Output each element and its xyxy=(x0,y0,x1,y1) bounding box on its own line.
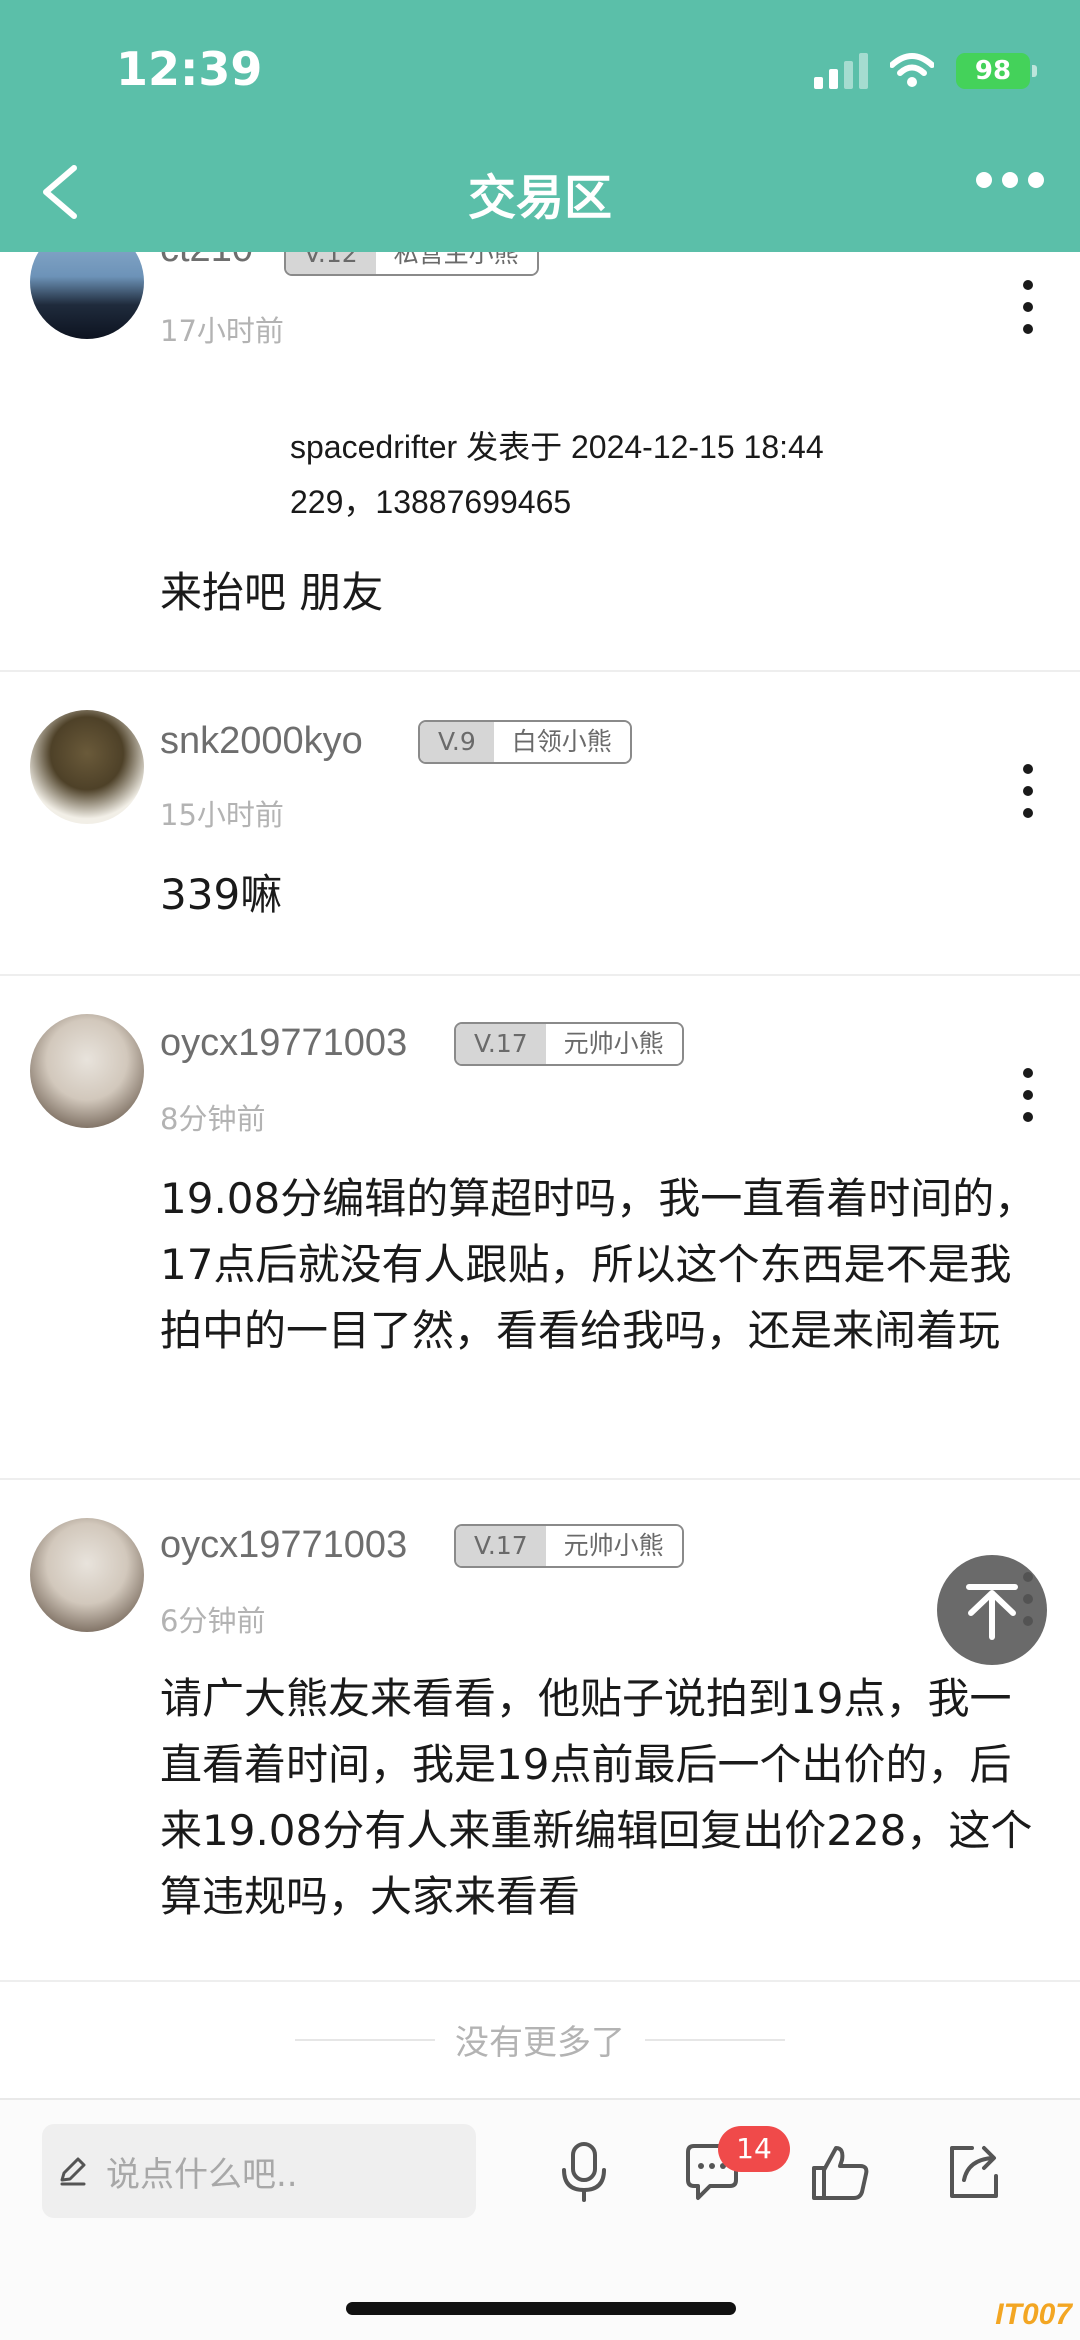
username[interactable]: oycx19771003 xyxy=(160,1524,407,1567)
user-level-badge: V.17 元帅小熊 xyxy=(454,1524,684,1568)
quoted-text-line: 229，13887699465 xyxy=(290,484,572,520)
no-more-text: 没有更多了 xyxy=(455,2023,625,2063)
username[interactable]: oycx19771003 xyxy=(160,1022,407,1065)
page-title: 交易区 xyxy=(467,170,612,226)
end-of-list: 没有更多了 xyxy=(0,2015,1080,2064)
site-watermark: IT007 xyxy=(995,2298,1072,2331)
more-options-button[interactable] xyxy=(976,172,1044,188)
post-item: ct210 V.12 私营主小熊 17小时前 spacedrifter 发表于 … xyxy=(0,180,1080,672)
avatar[interactable] xyxy=(30,1518,144,1632)
post-menu-button[interactable] xyxy=(1016,280,1040,334)
pencil-icon xyxy=(60,2157,86,2186)
level-label: V.17 xyxy=(456,1024,546,1064)
avatar[interactable] xyxy=(30,710,144,824)
microphone-icon[interactable] xyxy=(554,2140,614,2204)
home-indicator xyxy=(346,2302,736,2315)
scroll-to-top-button[interactable] xyxy=(937,1555,1047,1665)
post-menu-button[interactable] xyxy=(1016,764,1040,818)
divider-line xyxy=(645,2038,785,2041)
user-level-badge: V.17 元帅小熊 xyxy=(454,1022,684,1066)
like-icon[interactable] xyxy=(810,2140,870,2204)
dot-icon xyxy=(1028,172,1044,188)
quoted-text-line: spacedrifter 发表于 2024-12-15 18:44 xyxy=(290,429,824,465)
signal-icon xyxy=(814,53,868,89)
share-icon[interactable] xyxy=(944,2140,1004,2204)
post-time: 8分钟前 xyxy=(160,1102,266,1136)
post-menu-button[interactable] xyxy=(1016,1068,1040,1122)
post-item: oycx19771003 V.17 元帅小熊 8分钟前 19.08分编辑的算超时… xyxy=(0,976,1080,1480)
level-label: V.9 xyxy=(420,722,494,762)
post-content: 来抬吧 朋友 xyxy=(160,568,384,617)
rank-title: 白领小熊 xyxy=(493,722,630,762)
battery-level: 98 xyxy=(974,56,1012,86)
comment-placeholder: 说点什么吧.. xyxy=(106,2154,298,2195)
post-item: oycx19771003 V.17 元帅小熊 6分钟前 请广大熊友来看看，他贴子… xyxy=(0,1480,1080,1982)
username[interactable]: snk2000kyo xyxy=(160,720,363,763)
post-content: 339嘛 xyxy=(160,870,283,919)
post-time: 17小时前 xyxy=(160,314,284,348)
app-header: 12:39 98 交易区 xyxy=(0,0,1080,252)
status-icons: 98 xyxy=(814,48,1037,94)
avatar[interactable] xyxy=(30,1014,144,1128)
level-label: V.17 xyxy=(456,1526,546,1566)
post-item: snk2000kyo V.9 白领小熊 15小时前 339嘛 xyxy=(0,672,1080,976)
arrow-up-icon xyxy=(966,1584,1018,1640)
rank-title: 元帅小熊 xyxy=(545,1526,682,1566)
status-time: 12:39 xyxy=(116,42,263,96)
post-content: 请广大熊友来看看，他贴子说拍到19点，我一直看着时间，我是19点前最后一个出价的… xyxy=(160,1674,1033,1921)
rank-title: 元帅小熊 xyxy=(545,1024,682,1064)
divider-line xyxy=(295,2038,435,2041)
battery-icon: 98 xyxy=(956,53,1037,89)
comment-input[interactable]: 说点什么吧.. xyxy=(42,2124,476,2218)
post-time: 15小时前 xyxy=(160,798,284,832)
post-time: 6分钟前 xyxy=(160,1604,266,1638)
dot-icon xyxy=(976,172,992,188)
wifi-icon xyxy=(890,53,934,87)
post-content: 19.08分编辑的算超时吗，我一直看着时间的，17点后就没有人跟贴，所以这个东西… xyxy=(160,1174,1037,1355)
comment-count-badge: 14 xyxy=(718,2126,790,2172)
dot-icon xyxy=(1002,172,1018,188)
user-level-badge: V.9 白领小熊 xyxy=(418,720,632,764)
